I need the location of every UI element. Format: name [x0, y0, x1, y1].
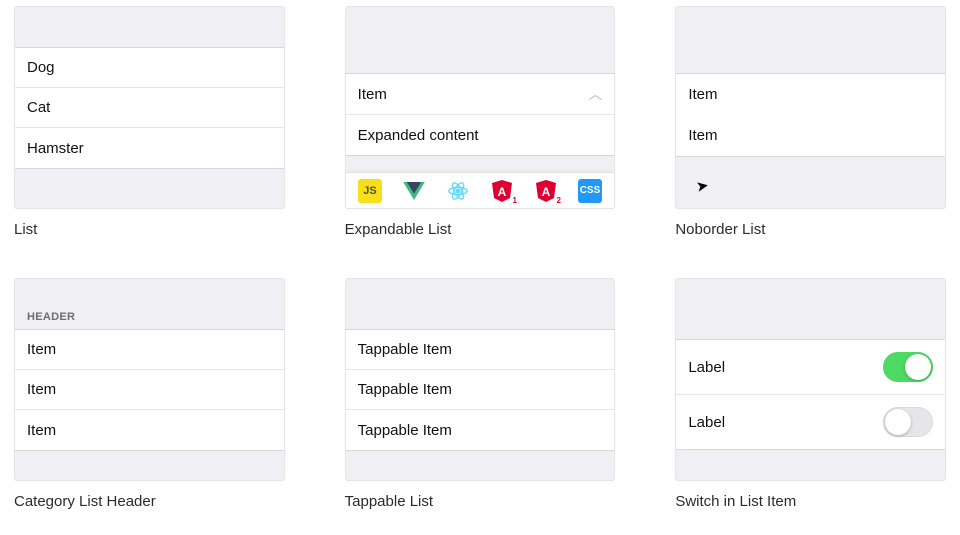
- card: Tappable Item Tappable Item Tappable Ite…: [345, 278, 616, 481]
- expandable-item[interactable]: Item ︿: [346, 74, 615, 115]
- tappable-item[interactable]: Tappable Item: [346, 330, 615, 370]
- chevron-up-icon: ︿: [588, 84, 602, 104]
- list-item-label: Tappable Item: [358, 381, 452, 398]
- angular1-icon[interactable]: A1: [490, 179, 514, 203]
- list: Tappable Item Tappable Item Tappable Ite…: [346, 329, 615, 451]
- list-item[interactable]: Item: [15, 330, 284, 370]
- react-icon[interactable]: [446, 179, 470, 203]
- example-list: Dog Cat Hamster List: [14, 6, 285, 238]
- list-item-label: Item: [27, 381, 56, 398]
- switch-label: Label: [688, 414, 725, 431]
- list-item[interactable]: Item: [15, 410, 284, 450]
- expanded-content: Expanded content: [346, 115, 615, 155]
- list-item[interactable]: Dog: [15, 48, 284, 88]
- svg-text:A: A: [542, 185, 551, 199]
- list-item-label: Cat: [27, 99, 50, 116]
- list-item-label: Item: [688, 86, 717, 103]
- list-item[interactable]: Item: [676, 74, 945, 115]
- example-caption: Expandable List: [345, 221, 616, 238]
- example-expandable-list: Item ︿ Expanded content JS A1: [345, 6, 616, 238]
- js-icon[interactable]: JS: [358, 179, 382, 203]
- caption-text: List: [14, 221, 37, 238]
- example-noborder-list: Item Item ➤ Noborder List: [675, 6, 946, 238]
- switch-row: Label: [676, 395, 945, 449]
- caption-text: Category List Header: [14, 493, 156, 510]
- list: Dog Cat Hamster: [15, 47, 284, 169]
- example-caption: Tappable List: [345, 493, 616, 510]
- svg-text:A: A: [498, 185, 507, 199]
- vue-icon[interactable]: [402, 179, 426, 203]
- caption-text: Switch in List Item: [675, 493, 796, 510]
- list-item-label: Item: [688, 127, 717, 144]
- switch-label: Label: [688, 359, 725, 376]
- card: Item Item ➤: [675, 6, 946, 209]
- switch-toggle[interactable]: [883, 352, 933, 382]
- caption-text: Expandable List: [345, 221, 452, 238]
- list: Item Item: [676, 73, 945, 157]
- list-item[interactable]: Cat: [15, 88, 284, 128]
- expanded-content-label: Expanded content: [358, 127, 479, 144]
- css-icon[interactable]: CSS: [578, 179, 602, 203]
- caption-text: Tappable List: [345, 493, 433, 510]
- list: Item ︿ Expanded content: [346, 73, 615, 156]
- card: Dog Cat Hamster: [14, 6, 285, 209]
- list-item-label: Dog: [27, 59, 55, 76]
- list-item[interactable]: Item: [15, 370, 284, 410]
- switch-row: Label: [676, 340, 945, 395]
- card: HEADER Item Item Item: [14, 278, 285, 481]
- cursor-icon: ➤: [695, 176, 711, 196]
- example-caption: Category List Header: [14, 493, 285, 510]
- example-caption: Noborder List: [675, 221, 946, 238]
- list-item-label: Hamster: [27, 140, 84, 157]
- caption-text: Noborder List: [675, 221, 765, 238]
- list-item[interactable]: Item: [676, 115, 945, 156]
- card: Label Label: [675, 278, 946, 481]
- tappable-item[interactable]: Tappable Item: [346, 410, 615, 450]
- angular2-icon[interactable]: A2: [534, 179, 558, 203]
- tappable-item[interactable]: Tappable Item: [346, 370, 615, 410]
- switch-toggle[interactable]: [883, 407, 933, 437]
- list: Item Item Item: [15, 329, 284, 451]
- card: Item ︿ Expanded content JS A1: [345, 6, 616, 209]
- list-item-label: Item: [27, 422, 56, 439]
- tech-toolbar: JS A1 A2 CSS: [346, 172, 615, 208]
- example-category-header: HEADER Item Item Item Category List Head…: [14, 278, 285, 510]
- list-item-label: Item: [27, 341, 56, 358]
- list-item-label: Tappable Item: [358, 422, 452, 439]
- list: Label Label: [676, 339, 945, 450]
- example-caption: List: [14, 221, 285, 238]
- example-caption: Switch in List Item: [675, 493, 946, 510]
- list-item-label: Item: [358, 86, 387, 103]
- list-item-label: Tappable Item: [358, 341, 452, 358]
- list-header: HEADER: [15, 297, 284, 329]
- example-switch-list: Label Label Switch in List Item: [675, 278, 946, 510]
- list-item[interactable]: Hamster: [15, 128, 284, 168]
- example-tappable-list: Tappable Item Tappable Item Tappable Ite…: [345, 278, 616, 510]
